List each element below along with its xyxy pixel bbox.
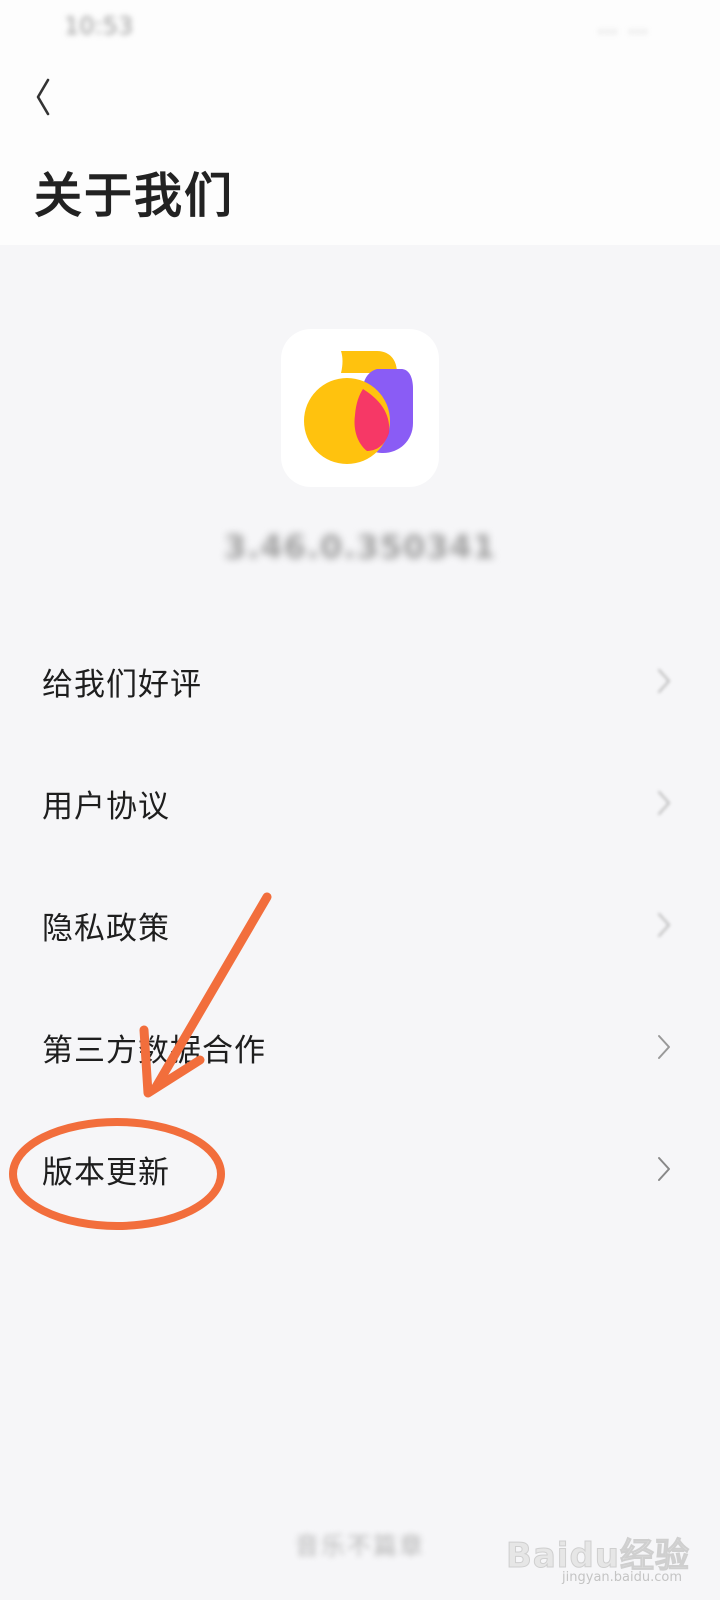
menu-item-label: 第三方数据合作 [42, 1032, 266, 1069]
chevron-right-icon [656, 1033, 672, 1061]
app-logo-icon [281, 329, 439, 487]
menu-item-third-party-data[interactable]: 第三方数据合作 [0, 986, 720, 1108]
back-button[interactable] [22, 68, 72, 126]
chevron-right-icon [656, 911, 672, 939]
menu-item-label: 版本更新 [42, 1154, 170, 1191]
header: 10:53 … … 关于我们 [0, 0, 720, 245]
page-title: 关于我们 [34, 168, 235, 224]
status-bar: 10:53 … … [0, 0, 720, 52]
settings-menu: 给我们好评 用户协议 隐私政策 第三方数据合作 版本更新 [0, 620, 720, 1230]
menu-item-version-update[interactable]: 版本更新 [0, 1108, 720, 1230]
chevron-right-icon [656, 1155, 672, 1183]
menu-item-label: 用户协议 [42, 788, 170, 825]
menu-item-rate-us[interactable]: 给我们好评 [0, 620, 720, 742]
chevron-right-icon [656, 789, 672, 817]
chevron-right-icon [656, 667, 672, 695]
baidu-jingyan-watermark: Baidu经验 jingyan.baidu.com [505, 1528, 690, 1588]
watermark-sub: jingyan.baidu.com [562, 1570, 682, 1585]
menu-item-label: 隐私政策 [42, 910, 170, 947]
app-version: 3.46.0.350341 [223, 528, 497, 566]
status-time: 10:53 [64, 12, 134, 40]
menu-item-user-agreement[interactable]: 用户协议 [0, 742, 720, 864]
chevron-left-icon [36, 78, 50, 116]
menu-item-label: 给我们好评 [42, 666, 202, 703]
menu-item-privacy-policy[interactable]: 隐私政策 [0, 864, 720, 986]
status-icons: … … [597, 14, 650, 38]
